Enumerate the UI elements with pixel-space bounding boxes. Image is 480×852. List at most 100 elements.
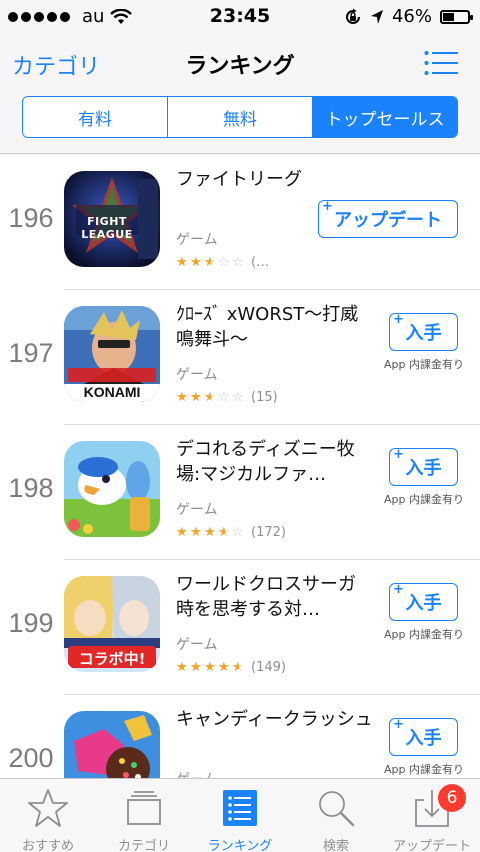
battery-percent: 46% [391, 6, 432, 27]
plus-icon: + [322, 199, 333, 214]
list-icon[interactable] [424, 50, 458, 76]
get-button[interactable]: + 入手 [389, 717, 458, 756]
segment-bar: 有料 無料 トップセールス [0, 92, 480, 154]
candy-crush-icon[interactable] [64, 711, 160, 778]
app-rank: 200 [8, 743, 54, 773]
battery-icon [440, 9, 473, 24]
star-icon: ☆★ [204, 660, 216, 675]
app-row[interactable]: 196 FIGHT LEAGUE ファイトリーグゲーム ☆★☆★☆★☆★☆★ (… +アッ… [0, 155, 480, 290]
app-rank: 196 [8, 203, 54, 233]
rating-count: (15) [251, 390, 278, 405]
get-button[interactable]: + 入手 [389, 447, 458, 486]
star-icon: ☆★ [190, 660, 202, 675]
tab-ranking-list[interactable]: ランキング [192, 779, 288, 852]
in-app-purchase-note: App 内課金有り [384, 493, 464, 506]
app-row[interactable]: 199 コラボ中! ワールドクロスサーガ 時を思考する対… ゲーム ☆ ★ ☆ ★ ☆ ★ ☆ ★ ☆ ★… [0, 560, 480, 695]
star-icon [26, 786, 70, 830]
status-right: 46% [344, 6, 473, 27]
app-rank: 199 [8, 608, 54, 638]
app-category: ゲーム [176, 637, 218, 653]
crows-worst-icon[interactable]: KONAMI [64, 306, 160, 402]
app-category: ゲーム [176, 232, 218, 248]
tab-categories[interactable]: カテゴリ [96, 779, 192, 852]
app-name[interactable]: デコれるディズニー牧場:マジカルファ… [176, 437, 376, 487]
star-icon: ☆★ [204, 525, 216, 540]
fight-league-icon[interactable]: FIGHT LEAGUE [64, 171, 160, 267]
update-count-badge: 6 [438, 784, 466, 812]
tab-star[interactable]: おすすめ [0, 779, 96, 852]
app-row[interactable]: 200キャンディークラッシュゲーム☆★☆★☆★☆★☆★+入手App 内課金有り [0, 695, 480, 778]
star-icon: ☆★ [190, 390, 202, 405]
star-icon: ☆★ [176, 390, 188, 405]
status-bar: au 23:45 46% [0, 0, 480, 34]
star-icon: ☆★ [218, 255, 230, 270]
star-rating: ☆★☆★☆★☆★☆★ [176, 526, 245, 539]
star-icon: ☆★ [190, 525, 202, 540]
app-rating: ☆★☆★☆★☆★☆★ (15) [176, 390, 278, 405]
ranking-list[interactable]: 196FIGHT LEAGUEファイトリーグゲーム☆★☆★☆★☆★☆★(…+アッ… [0, 155, 480, 778]
app-rating: ☆ ★ ☆ ★ ☆ ★ ☆ ★ ☆ ★ (149) [176, 660, 286, 675]
in-app-purchase-note: App 内課金有り [384, 628, 464, 641]
get-button-label: 入手 [405, 458, 442, 479]
app-rank: 198 [8, 473, 54, 503]
disney-farm-icon[interactable] [64, 441, 160, 537]
app-name[interactable]: ファイトリーグ [176, 167, 376, 192]
star-rating: ☆★☆★☆★☆★☆★ [176, 661, 245, 674]
get-button[interactable]: + 入手 [389, 582, 458, 621]
tab-search[interactable]: 検索 [288, 779, 384, 852]
get-button-label: 入手 [405, 593, 442, 614]
rating-count: (… [251, 255, 270, 270]
ranking-list-icon [218, 786, 262, 830]
page-title: ランキング [185, 54, 295, 79]
tab-update-download[interactable]: アップデート 6 [384, 779, 480, 852]
app-name[interactable]: ｸﾛｰｽﾞ xWORST〜打威鳴舞斗〜 [176, 302, 376, 352]
app-category: ゲーム [176, 502, 218, 518]
star-rating: ☆★☆★☆★☆★☆★ [176, 391, 245, 404]
app-rank: 197 [8, 338, 54, 368]
star-icon: ☆★ [176, 255, 188, 270]
app-rating: ☆★☆★☆★☆★☆★(172) [176, 525, 286, 540]
app-category: ゲーム [176, 769, 218, 778]
in-app-purchase-note: App 内課金有り [384, 358, 464, 371]
app-rating: ☆★☆★☆★☆★☆★ (… [176, 255, 269, 270]
tab-label: おすすめ [21, 839, 74, 852]
update-button-label: アップデート [334, 210, 442, 231]
icon-caption: コラボ中! [78, 650, 146, 668]
star-rating: ☆★☆★☆★☆★☆★ [176, 256, 245, 269]
in-app-purchase-note: App 内課金有り [384, 763, 464, 776]
star-icon: ☆★ [218, 390, 230, 405]
app-name[interactable]: ワールドクロスサーガ 時を思考する対… [176, 572, 376, 622]
app-row[interactable]: 197KONAMIｸﾛｰｽﾞ xWORST〜打威鳴舞斗〜ゲーム☆★☆★☆★☆★☆… [0, 290, 480, 425]
rating-count: (149) [251, 660, 286, 675]
search-icon [314, 786, 358, 830]
get-button-label: 入手 [405, 323, 442, 344]
world-cross-saga-icon[interactable]: コラボ中! [64, 576, 160, 672]
segment-tab-2[interactable]: トップセールス [312, 97, 457, 137]
ranking-segmented-control: 有料 無料 トップセールス [22, 96, 458, 138]
get-button-label: 入手 [405, 728, 442, 749]
app-row[interactable]: 198デコれるディズニー牧場:マジカルファ…ゲーム☆★☆★☆★☆★☆★(172)… [0, 425, 480, 560]
app-name[interactable]: キャンディークラッシュ [176, 707, 376, 732]
tab-label: カテゴリ [117, 839, 170, 852]
update-button[interactable]: + アップデート [318, 199, 458, 238]
plus-icon: + [393, 447, 404, 462]
navigation-bar: カテゴリ ランキング [0, 34, 480, 92]
star-icon: ☆★ [232, 525, 244, 540]
star-icon: ☆★ [232, 660, 244, 675]
star-icon: ☆★ [218, 660, 230, 675]
rating-count: (172) [251, 525, 286, 540]
star-icon: ☆★ [232, 255, 244, 270]
tab-bar: おすすめ カテゴリ ランキング 検索 アップデート 6 [0, 778, 480, 852]
star-icon: ☆★ [204, 255, 216, 270]
icon-caption: KONAMI [83, 384, 141, 400]
plus-icon: + [393, 312, 404, 327]
segment-tab-1[interactable]: 無料 [167, 97, 312, 137]
get-button[interactable]: + 入手 [389, 312, 458, 351]
tab-label: 検索 [322, 839, 349, 852]
star-icon: ☆★ [218, 525, 230, 540]
segment-tab-0[interactable]: 有料 [23, 97, 167, 137]
star-icon: ☆★ [176, 660, 188, 675]
tab-label: ランキング [207, 839, 273, 852]
star-icon: ☆★ [176, 525, 188, 540]
location-arrow-icon [370, 9, 383, 24]
